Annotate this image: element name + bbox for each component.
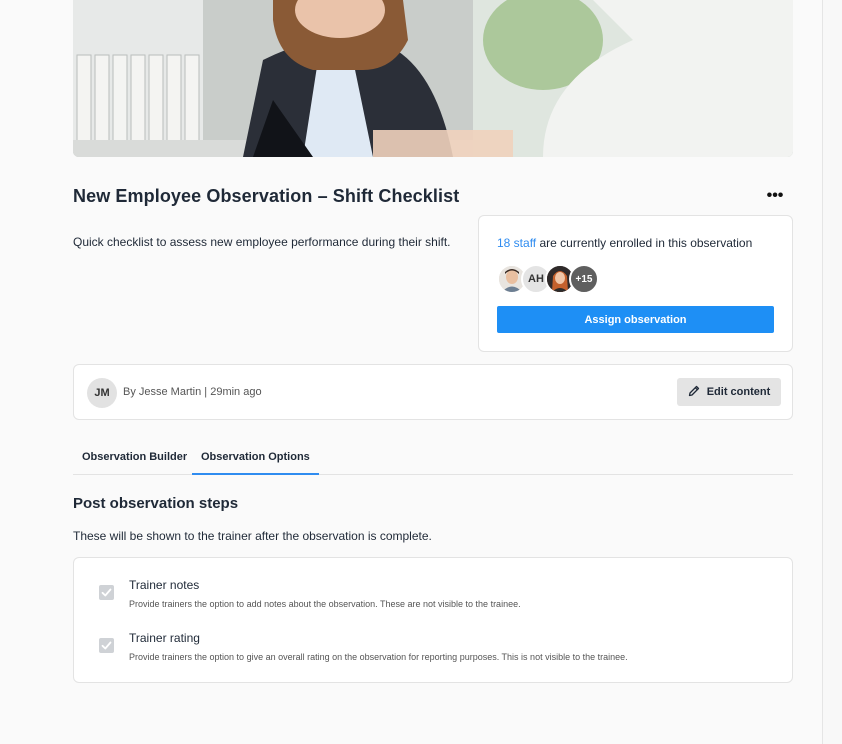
step-description: Provide trainers the option to give an o… <box>129 652 628 662</box>
right-side-panel-edge <box>822 0 842 744</box>
post-steps-title: Post observation steps <box>73 495 239 512</box>
pencil-icon <box>688 385 700 400</box>
post-steps-subtitle: These will be shown to the trainer after… <box>73 529 432 543</box>
checkmark-icon <box>101 641 112 650</box>
observation-description: Quick checklist to assess new employee p… <box>73 235 451 249</box>
enrollment-card: 18 staff are currently enrolled in this … <box>478 215 793 352</box>
enrollment-suffix: are currently enrolled in this observati… <box>536 236 753 250</box>
trainer-notes-checkbox[interactable] <box>99 585 114 600</box>
edit-content-label: Edit content <box>706 386 771 398</box>
assign-observation-button[interactable]: Assign observation <box>497 306 774 333</box>
author-avatar: JM <box>87 378 117 408</box>
step-trainer-rating: Trainer rating Provide trainers the opti… <box>99 631 769 671</box>
more-avatars-count: +15 <box>569 264 599 294</box>
hero-image <box>73 0 793 157</box>
enrollment-summary: 18 staff are currently enrolled in this … <box>497 236 752 250</box>
author-meta: By Jesse Martin | 29min ago <box>123 386 262 398</box>
ellipsis-icon: ••• <box>766 187 784 204</box>
tab-bar: Observation Builder Observation Options <box>73 440 793 475</box>
checkmark-icon <box>101 588 112 597</box>
edit-content-button[interactable]: Edit content <box>677 378 781 406</box>
author-bar: JM By Jesse Martin | 29min ago Edit cont… <box>73 364 793 420</box>
more-options-button[interactable]: ••• <box>763 186 787 206</box>
step-title: Trainer notes <box>129 578 200 592</box>
trainer-rating-checkbox[interactable] <box>99 638 114 653</box>
post-steps-card: Trainer notes Provide trainers the optio… <box>73 557 793 683</box>
page-title: New Employee Observation – Shift Checkli… <box>73 186 460 206</box>
step-title: Trainer rating <box>129 631 200 645</box>
tab-observation-builder[interactable]: Observation Builder <box>73 440 196 474</box>
step-description: Provide trainers the option to add notes… <box>129 599 521 609</box>
enrolled-staff-link[interactable]: 18 staff <box>497 236 536 250</box>
tab-observation-options[interactable]: Observation Options <box>192 440 319 475</box>
step-trainer-notes: Trainer notes Provide trainers the optio… <box>99 578 769 618</box>
